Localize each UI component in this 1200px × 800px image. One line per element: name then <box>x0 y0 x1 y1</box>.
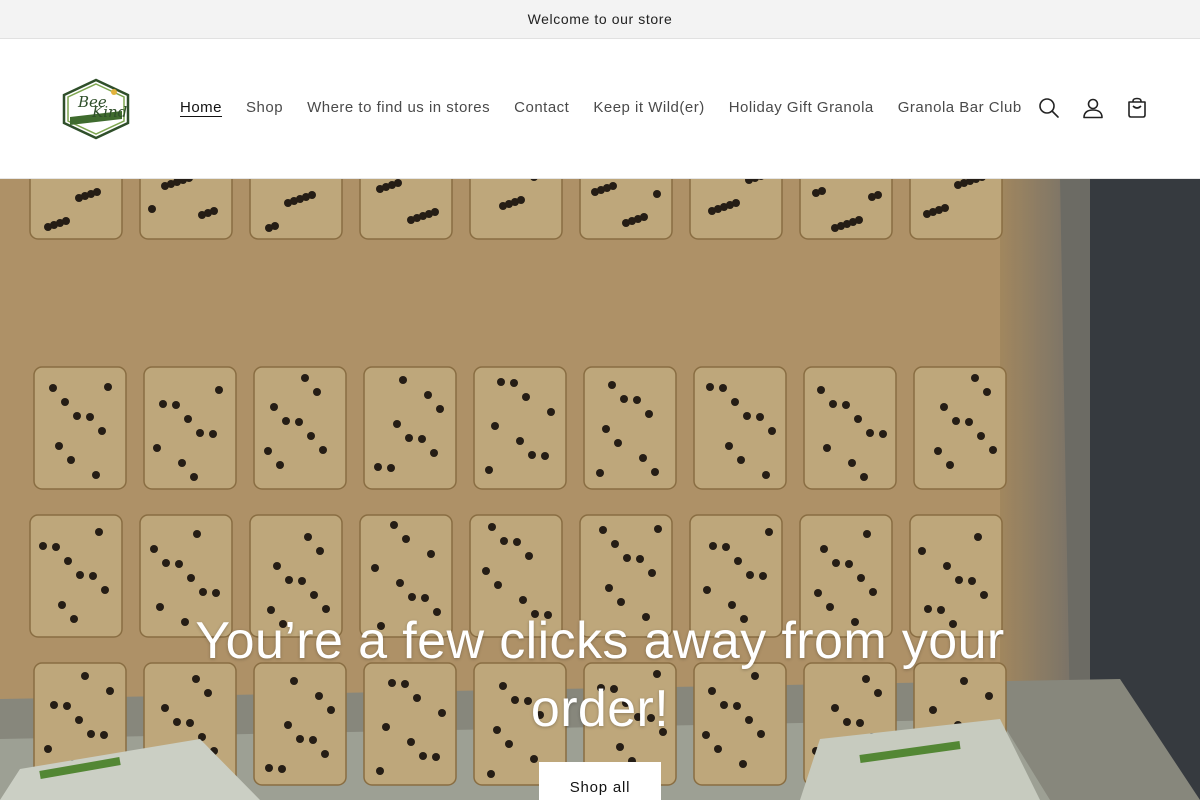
nav-shop[interactable]: Shop <box>246 95 283 121</box>
shop-all-button[interactable]: Shop all <box>539 762 661 800</box>
search-icon <box>1039 98 1059 118</box>
cart-icon <box>1128 97 1146 118</box>
cart-button[interactable] <box>1120 91 1154 125</box>
nav-where-to-find-us[interactable]: Where to find us in stores <box>307 95 490 121</box>
svg-text:Kind: Kind <box>91 103 127 121</box>
nav-granola-bar-club[interactable]: Granola Bar Club <box>898 95 1022 121</box>
search-button[interactable] <box>1032 91 1066 125</box>
nav-keep-it-wilder[interactable]: Keep it Wild(er) <box>593 95 704 121</box>
hero-heading: You’re a few clicks away from your order… <box>195 612 1005 738</box>
nav-holiday-gift-granola[interactable]: Holiday Gift Granola <box>729 95 874 121</box>
nav-home[interactable]: Home <box>180 95 222 121</box>
brand-logo[interactable]: Bee Kind <box>56 75 136 143</box>
main-nav: Home Shop Where to find us in stores Con… <box>168 95 1034 121</box>
account-button[interactable] <box>1076 91 1110 125</box>
account-icon <box>1083 98 1103 119</box>
nav-contact[interactable]: Contact <box>514 95 569 121</box>
site-header: Bee Kind Home Shop Where to find us in s… <box>0 39 1200 179</box>
announcement-text: Welcome to our store <box>527 11 673 27</box>
header-icons <box>1032 91 1154 125</box>
hero-banner: You’re a few clicks away from your order… <box>0 179 1200 800</box>
announcement-bar: Welcome to our store <box>0 0 1200 39</box>
bee-kind-logo-icon: Bee Kind <box>62 78 130 140</box>
